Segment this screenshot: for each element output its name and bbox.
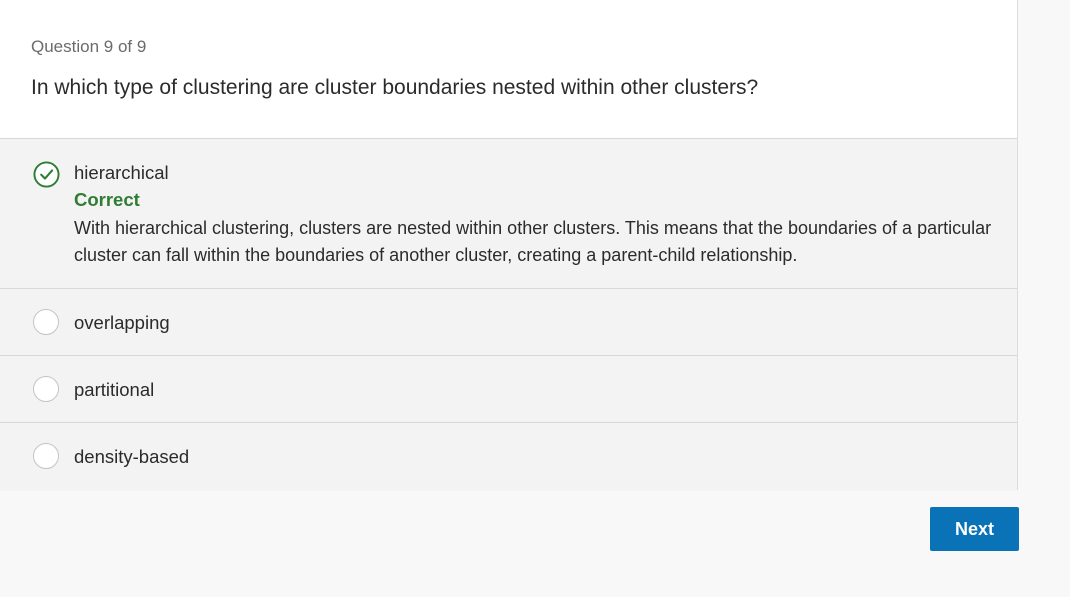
answer-option-label: hierarchical	[74, 162, 169, 183]
check-circle-icon	[33, 161, 60, 188]
answer-options: hierarchical Correct With hierarchical c…	[0, 138, 1017, 491]
question-card: Question 9 of 9 In which type of cluster…	[0, 0, 1018, 491]
radio-empty-icon[interactable]	[33, 443, 59, 469]
answer-option-overlapping[interactable]: overlapping	[0, 289, 1017, 356]
answer-option-label: overlapping	[74, 312, 170, 333]
answer-option-label: partitional	[74, 379, 155, 400]
radio-empty-icon[interactable]	[33, 376, 59, 402]
answer-option-partitional[interactable]: partitional	[0, 356, 1017, 423]
answer-option-density-based[interactable]: density-based	[0, 423, 1017, 491]
answer-option-hierarchical[interactable]: hierarchical Correct With hierarchical c…	[0, 139, 1017, 289]
radio-empty-icon[interactable]	[33, 309, 59, 335]
question-text: In which type of clustering are cluster …	[31, 76, 759, 99]
feedback-explanation: With hierarchical clustering, clusters a…	[74, 218, 992, 265]
question-counter: Question 9 of 9	[31, 37, 147, 56]
feedback-status: Correct	[74, 189, 140, 210]
answer-option-label: density-based	[74, 446, 190, 467]
next-button[interactable]: Next	[930, 507, 1019, 551]
